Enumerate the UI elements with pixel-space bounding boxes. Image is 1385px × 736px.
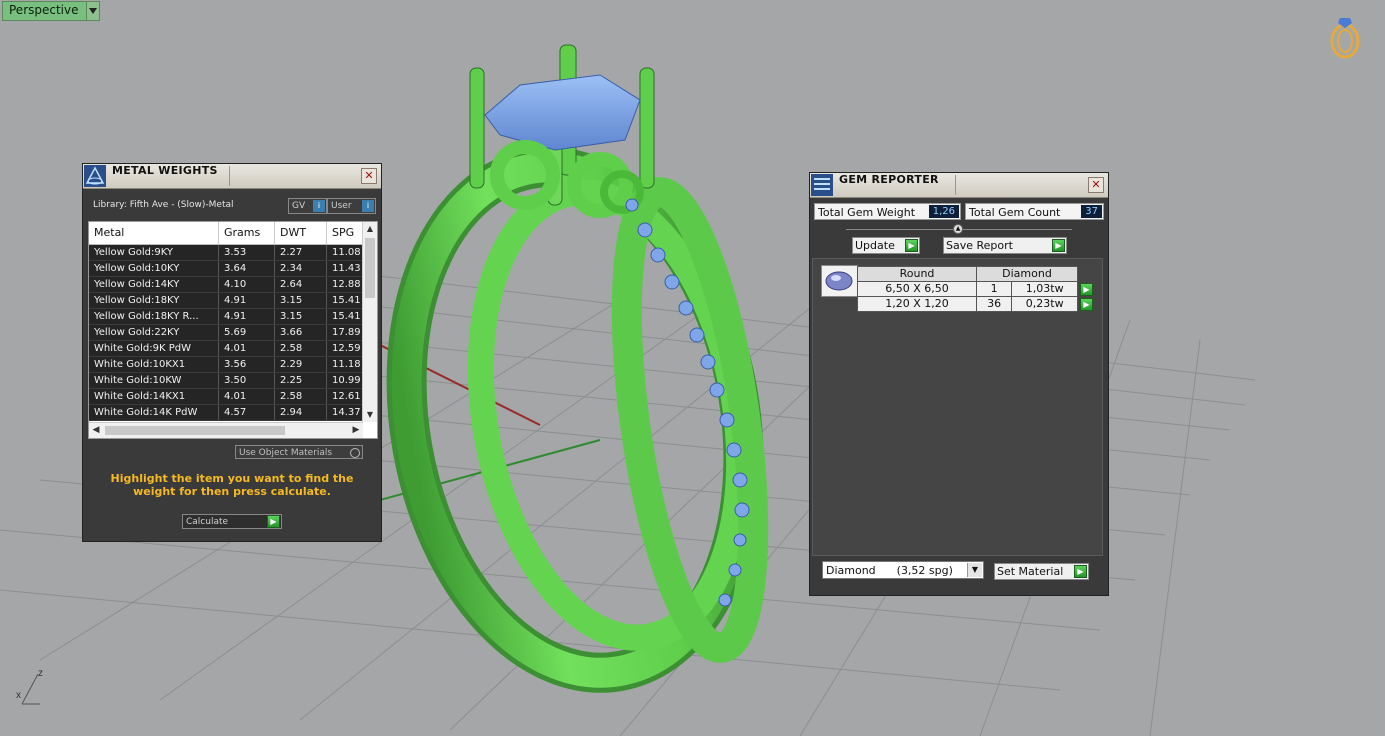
horizontal-scrollbar[interactable]: ◀ ▶: [89, 422, 363, 438]
info-icon: i: [313, 200, 325, 212]
save-report-button[interactable]: Save Report ▶: [943, 237, 1067, 254]
scroll-right-icon[interactable]: ▶: [349, 423, 363, 438]
axis-x-label: x: [16, 690, 21, 701]
user-toggle[interactable]: User i: [327, 198, 376, 214]
viewport-label[interactable]: Perspective: [3, 2, 86, 20]
gem-reporter-title: GEM REPORTER: [839, 173, 939, 186]
table-row[interactable]: White Gold:14K PdW 4.57 2.94 14.37: [89, 405, 377, 421]
close-icon[interactable]: ✕: [1088, 177, 1104, 193]
metal-table[interactable]: Metal Grams DWT SPG Yellow Gold:9KY 3.53 2…: [88, 221, 378, 439]
info-icon: i: [362, 200, 374, 212]
use-object-materials-option[interactable]: Use Object Materials: [235, 445, 363, 459]
scroll-left-icon[interactable]: ◀: [89, 423, 103, 438]
table-row[interactable]: White Gold:14KX1 4.01 2.58 12.61: [89, 389, 377, 405]
metal-table-header: Metal Grams DWT SPG: [89, 222, 377, 245]
scroll-thumb[interactable]: [365, 238, 375, 298]
axis-z-label: z: [38, 668, 43, 679]
instruction-text: Highlight the item you want to find the …: [110, 472, 354, 498]
table-row[interactable]: 1,20 X 1,20 36 0,23tw ▶: [857, 296, 1095, 312]
gem-reporter-titlebar[interactable]: GEM REPORTER ✕: [810, 173, 1108, 198]
vertical-scrollbar[interactable]: ▲ ▼: [362, 222, 377, 422]
app-logo-icon: [1330, 18, 1360, 59]
play-arrow-icon[interactable]: ▶: [1080, 282, 1093, 296]
table-row[interactable]: Yellow Gold:10KY 3.64 2.34 11.43: [89, 261, 377, 277]
material-header: Diamond: [976, 266, 1078, 282]
column-header-metal[interactable]: Metal: [89, 222, 219, 244]
total-gem-count-value: 37: [1081, 205, 1102, 218]
metal-weights-title: METAL WEIGHTS: [112, 164, 218, 177]
scroll-thumb-horizontal[interactable]: [105, 426, 285, 435]
scroll-down-icon[interactable]: ▼: [363, 408, 377, 422]
table-row[interactable]: 6,50 X 6,50 1 1,03tw ▶: [857, 281, 1095, 297]
table-row[interactable]: Yellow Gold:9KY 3.53 2.27 11.08: [89, 245, 377, 261]
material-select[interactable]: Diamond (3,52 spg) ▼: [822, 561, 984, 579]
close-icon[interactable]: ✕: [361, 168, 377, 184]
play-arrow-icon[interactable]: ▶: [1074, 565, 1087, 578]
total-gem-weight: Total Gem Weight 1,26: [814, 203, 961, 220]
scroll-up-icon[interactable]: ▲: [363, 222, 377, 236]
play-arrow-icon[interactable]: ▶: [1080, 297, 1093, 311]
set-material-button[interactable]: Set Material ▶: [994, 563, 1089, 580]
metal-weights-titlebar[interactable]: METAL WEIGHTS ✕: [83, 164, 381, 189]
table-row[interactable]: White Gold:10KX1 3.56 2.29 11.18: [89, 357, 377, 373]
play-arrow-icon[interactable]: ▶: [905, 239, 918, 252]
round-gem-icon[interactable]: [821, 265, 858, 297]
radio-icon[interactable]: [350, 448, 360, 458]
table-row[interactable]: White Gold:9K PdW 4.01 2.58 12.59: [89, 341, 377, 357]
metal-table-body: Yellow Gold:9KY 3.53 2.27 11.08 Yellow Gold…: [89, 245, 377, 421]
splitter-handle-icon[interactable]: ▲: [953, 224, 963, 234]
metal-weights-panel: METAL WEIGHTS ✕ Library: Fifth Ave - (Sl…: [82, 163, 382, 542]
calculate-button[interactable]: Calculate ▶: [182, 514, 282, 529]
table-row[interactable]: Yellow Gold:22KY 5.69 3.66 17.89: [89, 325, 377, 341]
metal-weights-icon: [84, 165, 106, 187]
total-gem-weight-value: 1,26: [928, 205, 959, 218]
axis-indicator: z x: [14, 664, 54, 714]
column-header-dwt[interactable]: DWT: [275, 222, 327, 244]
viewport-tab[interactable]: Perspective: [2, 1, 100, 21]
gv-toggle[interactable]: GV i: [288, 198, 327, 214]
table-row[interactable]: Yellow Gold:18KY R... 4.91 3.15 15.41: [89, 309, 377, 325]
play-arrow-icon[interactable]: ▶: [267, 515, 280, 528]
shape-header: Round: [857, 266, 977, 282]
library-label: Library: Fifth Ave - (Slow)-Metal: [93, 200, 234, 210]
chevron-down-icon[interactable]: ▼: [967, 563, 982, 577]
table-row[interactable]: Yellow Gold:14KY 4.10 2.64 12.88: [89, 277, 377, 293]
gem-reporter-icon: [811, 174, 833, 196]
column-header-spg[interactable]: SPG: [327, 222, 363, 244]
update-button[interactable]: Update ▶: [852, 237, 920, 254]
gem-reporter-panel: GEM REPORTER ✕ Total Gem Weight 1,26 Tot…: [809, 172, 1109, 596]
play-arrow-icon[interactable]: ▶: [1052, 239, 1065, 252]
gem-list[interactable]: Round Diamond 6,50 X 6,50 1 1,03tw ▶ 1,2…: [812, 258, 1103, 556]
panel-splitter[interactable]: ▲: [846, 224, 1072, 234]
gem-table: Round Diamond 6,50 X 6,50 1 1,03tw ▶ 1,2…: [857, 266, 1095, 312]
table-row[interactable]: Yellow Gold:18KY 4.91 3.15 15.41: [89, 293, 377, 309]
total-gem-count: Total Gem Count 37: [965, 203, 1104, 220]
chevron-down-icon[interactable]: [85, 2, 99, 20]
table-row[interactable]: White Gold:10KW 3.50 2.25 10.99: [89, 373, 377, 389]
column-header-grams[interactable]: Grams: [219, 222, 275, 244]
